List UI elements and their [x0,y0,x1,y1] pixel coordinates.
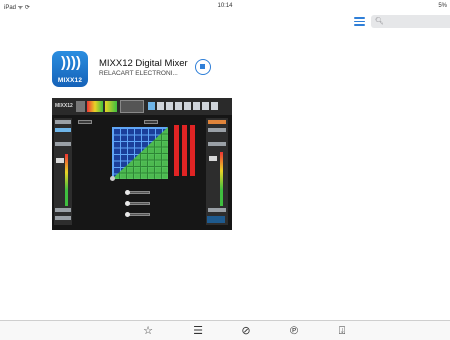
screenshot-button [184,102,191,110]
screenshot-tab [55,120,71,124]
screenshot-level-meter [220,152,223,206]
screenshot-tab [55,128,71,132]
download-icon: ⍗ [338,325,346,337]
screenshot-left-channel [54,118,72,225]
screenshot-tab [208,120,226,124]
screenshot-button [157,102,164,110]
screenshot-meter-bar [182,125,187,176]
screenshot-right-channel [206,118,228,225]
tab-bar: ☆ ☰ ⊘ ℗ ⍗ [0,320,450,340]
list-icon[interactable] [354,17,365,26]
tab-updates[interactable]: ⍗ [334,323,350,339]
compass-icon: ⊘ [241,325,251,337]
battery-level: 5% [438,3,447,9]
screenshot-meter-bar [190,125,195,176]
star-icon: ☆ [143,325,153,337]
status-time: 10:14 [217,3,233,9]
screenshot-meter-bar [174,125,179,176]
screenshot-tab [55,208,71,212]
app-icon-label: MIXX12 [57,77,83,84]
screenshot-logo: MIXX12 [55,103,73,109]
screenshot-button [202,102,209,110]
screenshot-eq-handle [110,176,115,181]
screenshot-button [211,102,218,110]
screenshot-tab [208,128,226,132]
screenshot-fader [56,158,64,163]
screenshot-mini-button [144,120,158,124]
screenshot-button [148,102,155,110]
purchased-icon: ℗ [289,325,299,337]
screenshot-fader [209,156,217,161]
tab-purchased[interactable]: ℗ [286,323,302,339]
screenshot-mini-button [78,120,92,124]
screenshot-slider-knob [125,190,130,195]
screenshot-slider-knob [125,201,130,206]
screenshot-tab [208,208,226,212]
screenshot-tab [55,216,71,220]
screenshot-button [193,102,200,110]
screenshot-level-meter [65,154,68,206]
screenshot-slider-knob [125,212,130,217]
app-icon[interactable]: )))) MIXX12 [52,51,88,87]
screenshot-block [76,101,85,112]
tab-explore[interactable]: ⊘ [238,323,254,339]
screenshot-display [120,100,144,113]
app-developer[interactable]: RELACART ELECTRONI... [99,70,178,77]
screenshot-tab [55,142,71,146]
app-name[interactable]: MIXX12 Digital Mixer [99,58,188,69]
list-icon: ☰ [193,325,203,337]
screenshot-action-button [207,216,225,223]
stop-download-icon [200,64,205,69]
screenshot-tab [208,142,226,146]
tab-top-charts[interactable]: ☰ [190,323,206,339]
search-icon: 🔍︎ [375,18,384,25]
screenshot-button [166,102,173,110]
tab-featured[interactable]: ☆ [140,323,156,339]
search-input[interactable]: 🔍︎ [371,15,450,28]
screenshot-meter-block [87,101,103,112]
stop-download-button[interactable] [195,59,211,75]
status-bar: iPad ᯤ ⟳ 10:14 5% [0,0,450,12]
screenshot-meter-block [105,101,117,112]
app-screenshot[interactable]: MIXX12 [52,98,232,230]
screenshot-button [175,102,182,110]
sound-waves-icon: )))) [61,54,81,71]
screenshot-toolbar: MIXX12 [52,98,232,115]
